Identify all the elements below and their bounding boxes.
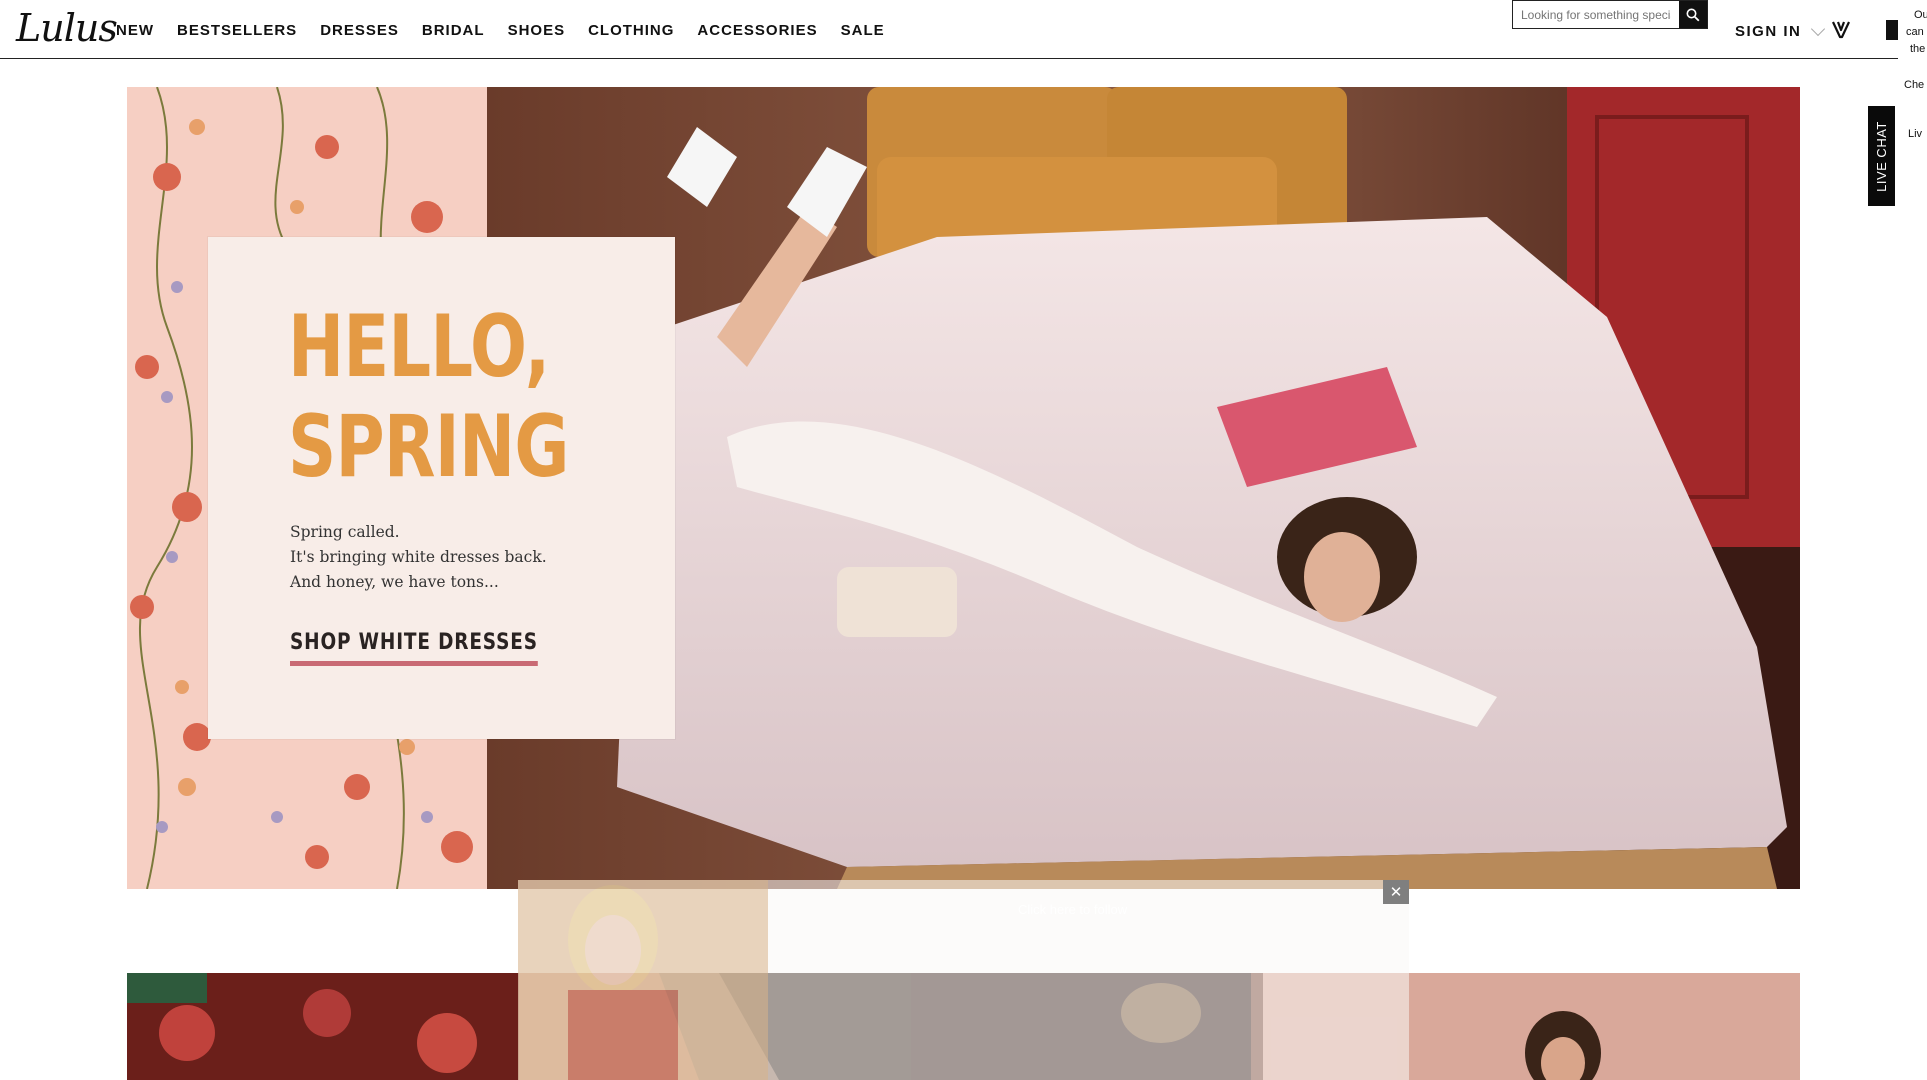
nav-item-clothing[interactable]: CLOTHING (588, 22, 674, 39)
live-chat-tab[interactable]: LIVE CHAT (1868, 106, 1895, 206)
nav-item-bestsellers[interactable]: BESTSELLERS (177, 22, 297, 39)
sign-in-menu[interactable]: SIGN IN (1735, 21, 1826, 40)
edge-text-5[interactable]: Liv (1908, 127, 1922, 141)
nav-item-shoes[interactable]: SHOES (508, 22, 566, 39)
live-chat-label: LIVE CHAT (1874, 120, 1889, 192)
hero-body-line1: Spring called. (290, 523, 400, 541)
search-icon (1686, 8, 1700, 21)
video-popup-overlay[interactable]: Click here to follow (518, 880, 1409, 1080)
edge-text-3: the (1910, 43, 1926, 55)
category-tile-1-image[interactable] (127, 973, 519, 1080)
site-header: Lulus NEW BESTSELLERS DRESSES BRIDAL SHO… (0, 0, 1927, 59)
nav-item-sale[interactable]: SALE (841, 22, 885, 39)
edge-text-2: can (1906, 26, 1924, 38)
hero-body-text: Spring called. It's bringing white dress… (290, 520, 547, 595)
lulus-logo[interactable]: Lulus (16, 8, 118, 48)
search-button[interactable] (1679, 1, 1707, 28)
nav-item-new[interactable]: NEW (116, 22, 154, 39)
hero-headline-line1: HELLO, (288, 297, 550, 397)
hero-headline-line2: SPRING (288, 397, 569, 497)
promo-card: HELLO, SPRING Spring called. It's bringi… (208, 237, 675, 739)
hero-body-line3: And honey, we have tons... (290, 573, 499, 591)
edge-text-4[interactable]: Che (1904, 78, 1924, 92)
popup-caption: Click here to follow (1018, 902, 1128, 917)
search-input[interactable] (1513, 1, 1679, 28)
edge-text-1: Ou (1914, 9, 1927, 21)
chevron-down-icon (1811, 21, 1826, 37)
close-icon[interactable]: ✕ (1383, 880, 1409, 904)
hero-headline: HELLO, SPRING (288, 297, 569, 497)
lulus-heart-icon[interactable] (1830, 18, 1852, 40)
sign-in-label: SIGN IN (1735, 23, 1802, 40)
shop-white-dresses-link[interactable]: SHOP WHITE DRESSES (290, 630, 538, 666)
nav-item-accessories[interactable]: ACCESSORIES (697, 22, 817, 39)
hero-photo-bedroom (487, 87, 1800, 889)
main-nav: NEW BESTSELLERS DRESSES BRIDAL SHOES CLO… (116, 22, 908, 39)
nav-item-bridal[interactable]: BRIDAL (422, 22, 485, 39)
nav-item-dresses[interactable]: DRESSES (320, 22, 399, 39)
search-box (1512, 0, 1708, 29)
hero-body-line2: It's bringing white dresses back. (290, 548, 547, 566)
hero-banner[interactable]: HELLO, SPRING Spring called. It's bringi… (127, 87, 1800, 889)
edge-notification-panel: Ou can the Che Liv (1898, 0, 1927, 160)
popup-thumbnail-image (518, 880, 768, 1080)
